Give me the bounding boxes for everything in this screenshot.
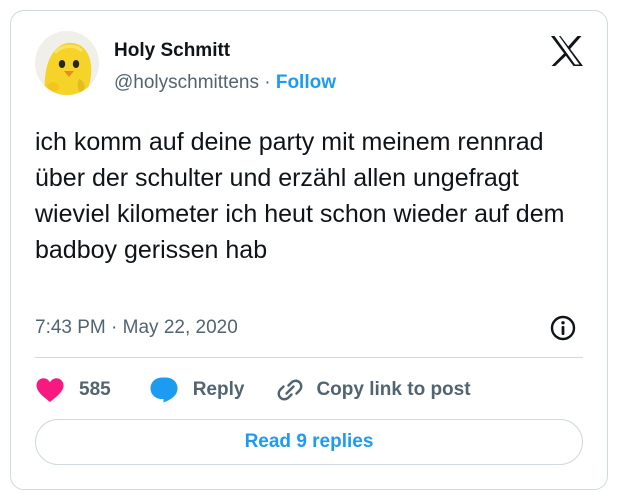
reply-button[interactable]: Reply: [149, 376, 245, 404]
like-button[interactable]: 585: [35, 377, 111, 403]
action-bar: 585 Reply Copy link to post: [35, 375, 471, 405]
duck-avatar-icon: [35, 31, 99, 95]
separator-dot: ·: [264, 72, 271, 93]
copy-link-label: Copy link to post: [316, 379, 471, 400]
avatar[interactable]: [35, 31, 99, 95]
tweet-card: Holy Schmitt @holyschmittens · Follow ic…: [10, 10, 608, 490]
link-icon: [278, 379, 303, 401]
tweet-timestamp[interactable]: 7:43 PM · May 22, 2020: [35, 316, 238, 340]
read-replies-button[interactable]: Read 9 replies: [35, 419, 583, 465]
follow-button[interactable]: Follow: [276, 72, 336, 93]
author-display-name[interactable]: Holy Schmitt: [114, 39, 230, 63]
reply-label: Reply: [192, 379, 245, 400]
info-icon[interactable]: [549, 314, 577, 342]
heart-icon: [36, 378, 64, 402]
like-count: 585: [79, 379, 111, 400]
copy-link-button[interactable]: Copy link to post: [276, 376, 471, 404]
divider: [35, 357, 583, 358]
author-handle-row: @holyschmittens · Follow: [114, 71, 336, 95]
tweet-text: ich komm auf deine party mit meinem renn…: [35, 128, 565, 264]
author-handle[interactable]: @holyschmittens: [114, 72, 259, 93]
speech-bubble-icon: [150, 377, 178, 403]
x-logo-icon[interactable]: [550, 35, 584, 67]
